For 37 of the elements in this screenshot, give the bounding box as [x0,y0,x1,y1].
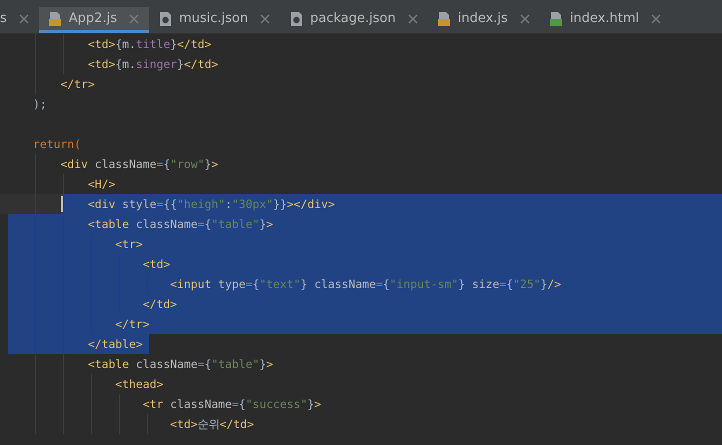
json-file-icon [290,10,304,26]
file-tab[interactable]: s [0,7,39,33]
file-tab[interactable]: index.html [540,7,672,33]
code-line: <H/> [88,177,116,191]
js-file-icon [438,10,452,26]
file-tab[interactable]: package.json [280,7,428,33]
code-line: <td>순위</td> [170,416,254,432]
code-line: <td>{m.title}</td> [88,37,212,51]
file-tab[interactable]: index.js [428,7,540,33]
code-line: <table className={"table"}> [88,357,274,371]
code-line: </tr> [60,77,95,91]
close-icon[interactable] [651,14,662,24]
js-file-icon [48,10,63,26]
html-file-icon [550,10,564,26]
file-tab[interactable]: music.json [148,7,280,33]
code-line: </tr> [115,317,150,331]
code-line: <tr className={"success"}> [142,397,322,411]
code-line: <td>{m.singer}</td> [88,57,218,71]
code-line: <td> [142,257,170,271]
code-line: <div className={"row"}> [60,157,218,171]
code-line: </table> [88,337,143,351]
code-line: <input type={"text"} className={"input-sm"} size={"25"}/> [170,277,562,291]
code-line: <div style={{"heigh":"30px"}}></div> [88,197,335,211]
code-line: <table className={"table"}> [88,217,274,231]
code-line: return( [33,137,82,151]
close-icon[interactable] [18,14,29,24]
code-line: </td> [142,297,178,311]
close-icon[interactable] [408,14,418,24]
code-line: <thead> [115,377,164,391]
text-cursor [61,196,63,212]
close-icon[interactable] [128,14,139,24]
close-icon[interactable] [520,14,530,24]
json-file-icon [158,10,173,26]
file-tab[interactable]: App2.js [38,7,149,33]
close-icon[interactable] [260,14,270,24]
code-line: ); [33,97,47,111]
code-line: <tr> [115,237,143,251]
